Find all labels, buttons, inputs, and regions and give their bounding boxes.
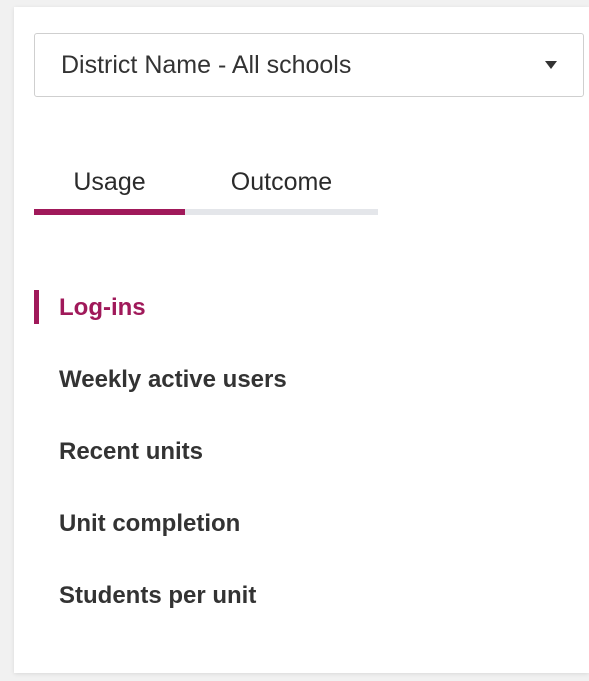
caret-down-icon: [545, 61, 557, 69]
metric-label: Log-ins: [59, 294, 146, 321]
tab-bar: Usage Outcome: [34, 157, 378, 217]
tab-active-indicator: [34, 209, 185, 215]
metric-item-students-per-unit[interactable]: Students per unit: [34, 560, 554, 632]
district-select[interactable]: District Name - All schools: [34, 33, 584, 97]
tab-usage-label: Usage: [73, 167, 146, 196]
district-select-value: District Name - All schools: [61, 50, 352, 79]
metric-list: Log-ins Weekly active users Recent units…: [34, 272, 554, 632]
metric-item-recent-units[interactable]: Recent units: [34, 416, 554, 488]
metric-item-unit-completion[interactable]: Unit completion: [34, 488, 554, 560]
metric-label: Weekly active users: [59, 366, 287, 393]
metric-label: Unit completion: [59, 510, 241, 537]
active-indicator-bar: [34, 290, 39, 324]
metric-item-log-ins[interactable]: Log-ins: [34, 272, 554, 344]
tab-outcome[interactable]: Outcome: [185, 157, 378, 207]
metric-label: Recent units: [59, 438, 204, 465]
report-nav-panel: District Name - All schools Usage Outcom…: [14, 7, 589, 673]
metric-label: Students per unit: [59, 582, 257, 609]
tab-outcome-label: Outcome: [230, 167, 333, 196]
tab-usage[interactable]: Usage: [34, 157, 185, 207]
metric-item-weekly-active-users[interactable]: Weekly active users: [34, 344, 554, 416]
